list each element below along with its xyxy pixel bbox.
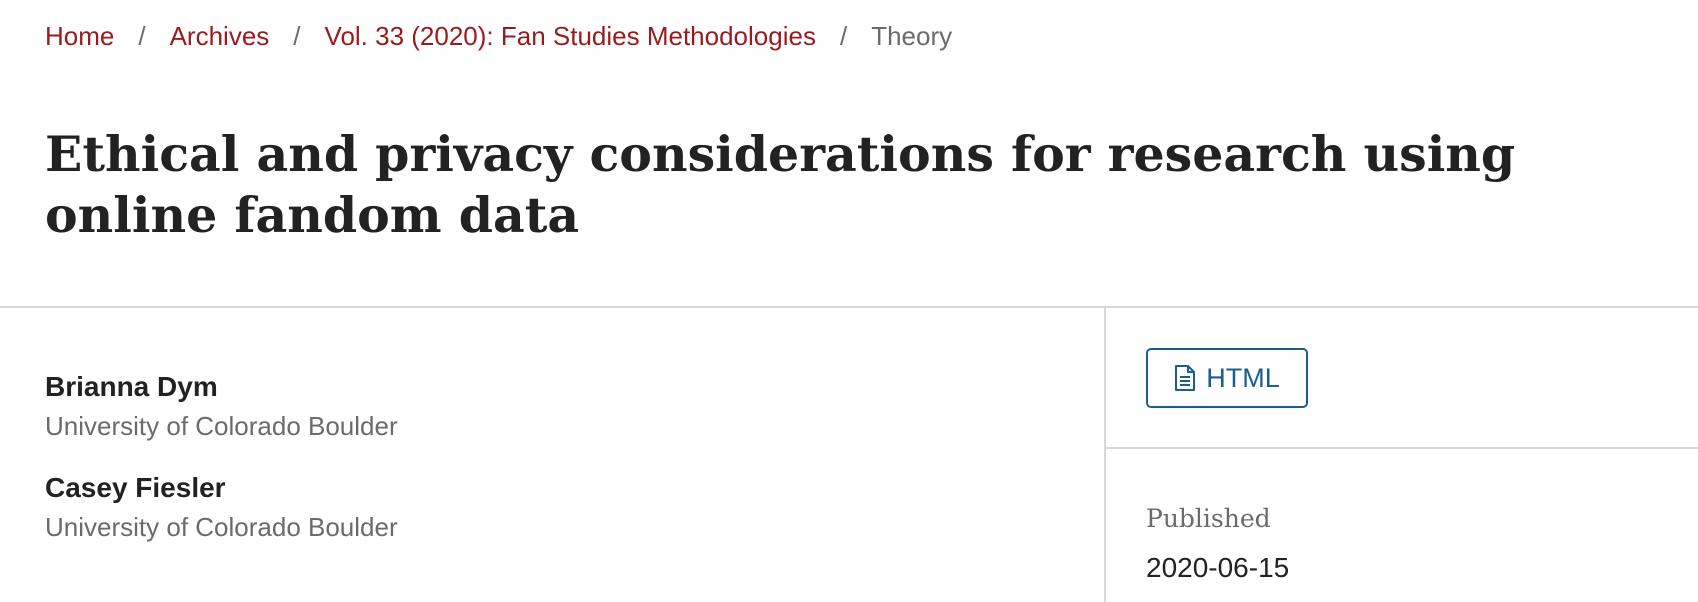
- breadcrumb-separator: /: [839, 20, 848, 51]
- author-entry: Casey Fiesler University of Colorado Bou…: [45, 470, 398, 544]
- author-name: Brianna Dym: [45, 371, 218, 402]
- column-divider: [1104, 307, 1106, 602]
- author-affiliation: University of Colorado Boulder: [45, 512, 398, 542]
- header-divider: [0, 306, 1698, 308]
- published-date: 2020-06-15: [1146, 552, 1290, 583]
- author-name: Casey Fiesler: [45, 472, 226, 503]
- breadcrumb-separator: /: [138, 20, 146, 51]
- document-icon: [1174, 365, 1196, 391]
- author-entry: Brianna Dym University of Colorado Bould…: [45, 369, 398, 443]
- breadcrumb: Home / Archives / Vol. 33 (2020): Fan St…: [45, 18, 952, 54]
- sidebar-divider: [1105, 447, 1698, 449]
- breadcrumb-archives-link[interactable]: Archives: [170, 21, 270, 52]
- breadcrumb-current-section: Theory: [871, 20, 953, 51]
- breadcrumb-separator: /: [293, 20, 301, 51]
- author-affiliation: University of Colorado Boulder: [45, 411, 398, 441]
- html-button-label: HTML: [1206, 362, 1280, 393]
- html-galley-button[interactable]: HTML: [1146, 348, 1308, 408]
- published-label: Published: [1146, 504, 1271, 533]
- breadcrumb-home-link[interactable]: Home: [45, 21, 114, 52]
- article-title: Ethical and privacy considerations for r…: [45, 125, 1516, 244]
- breadcrumb-issue-link[interactable]: Vol. 33 (2020): Fan Studies Methodologie…: [325, 21, 816, 52]
